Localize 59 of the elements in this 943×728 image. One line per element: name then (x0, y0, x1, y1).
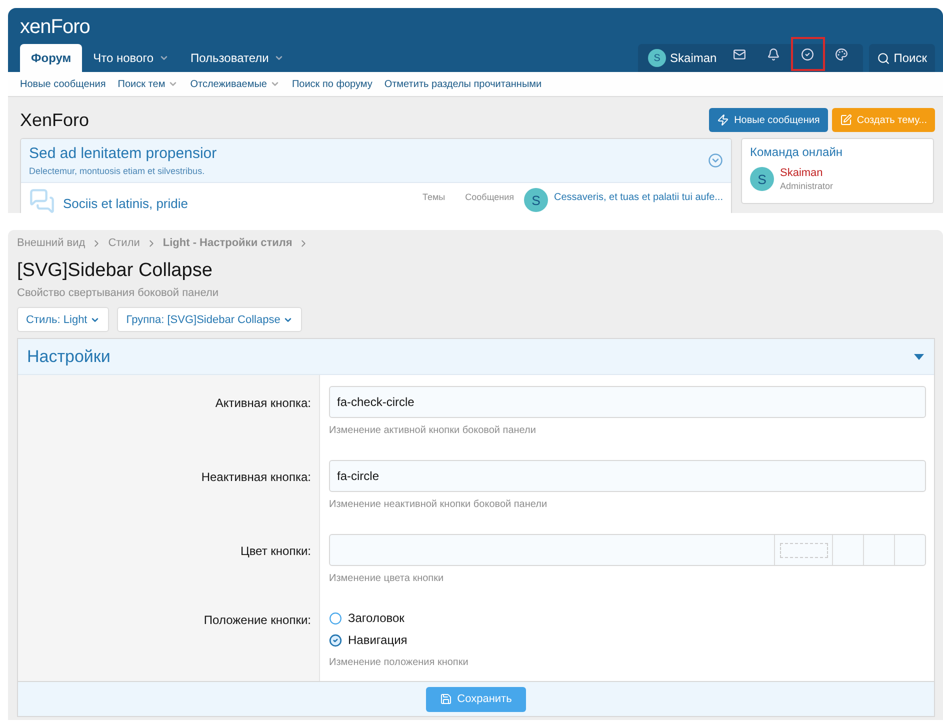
page-title: [SVG]Sidebar Collapse (17, 260, 214, 282)
field-label: Неактивная кнопка: (201, 470, 311, 484)
search-icon (876, 52, 890, 64)
category-title[interactable]: Sed ad lenitatem propensior (29, 145, 217, 162)
filter-dropdown[interactable]: Стиль: Light (17, 307, 110, 332)
avatar: S (750, 167, 774, 191)
field-hint: Изменение положения кнопки (329, 657, 470, 668)
radio-option[interactable]: Навигация (329, 630, 926, 650)
subnav-link[interactable]: Поиск тем (118, 78, 178, 90)
filter-dropdown[interactable]: Группа: [SVG]Sidebar Collapse (117, 307, 302, 332)
logo[interactable]: xenForo (20, 16, 935, 39)
mail-icon (733, 48, 746, 60)
field-label: Активная кнопка: (215, 396, 311, 410)
caret-icon (168, 79, 178, 89)
page-title: XenForo (20, 110, 90, 130)
forum-title[interactable]: Sociis et latinis, pridie (63, 196, 412, 213)
subnav-link[interactable]: Отметить разделы прочитанными (384, 78, 542, 90)
nav-tab[interactable]: Что нового (82, 44, 180, 72)
avatar: S (524, 188, 548, 212)
nav-tab[interactable]: Пользователи (180, 44, 295, 72)
member-name[interactable]: Skaiman (780, 167, 834, 179)
search-button[interactable]: Поиск (868, 44, 935, 72)
member-role: Administrator (780, 181, 834, 191)
field-hint: Изменение цвета кнопки (329, 573, 445, 584)
check-circle-icon (801, 48, 814, 60)
nav-tab[interactable]: Форум (20, 44, 82, 72)
check-circle-button[interactable] (790, 37, 825, 71)
subnav-link[interactable]: Поиск по форуму (292, 78, 372, 90)
caret-icon (158, 53, 169, 63)
field-label: Цвет кнопки: (240, 544, 311, 558)
text-input[interactable]: fa-circle (329, 460, 926, 492)
collapse-caret-icon[interactable] (914, 354, 924, 360)
field-label: Положение кнопки: (204, 613, 311, 627)
lightning-icon (717, 114, 730, 126)
field-hint: Изменение неактивной кнопки боковой панели (329, 499, 548, 510)
stat-label: Темы (422, 192, 446, 204)
stat-label: Сообщения (465, 192, 514, 204)
pen-square-icon (840, 114, 852, 126)
new-posts-button[interactable]: Новые сообщения (709, 108, 828, 132)
palette-icon (835, 48, 848, 60)
avatar: S (648, 49, 666, 67)
color-swatch[interactable] (780, 542, 828, 558)
radio-checked-icon[interactable] (329, 634, 342, 646)
radio-option[interactable]: Заголовок (329, 608, 926, 628)
caret-icon (274, 53, 284, 63)
sidebar-title: Команда онлайн (750, 145, 844, 159)
category-description: Delectemur, montuosis etiam et silvestribus. (29, 166, 206, 176)
field-hint: Изменение активной кнопки боковой панели (329, 425, 537, 436)
text-input[interactable]: fa-check-circle (329, 386, 926, 418)
subnav-link[interactable]: Новые сообщения (20, 78, 106, 90)
caret-icon (270, 79, 280, 89)
section-title: Настройки (27, 346, 110, 366)
page-description: Свойство свертывания боковой панели (17, 287, 220, 299)
color-input[interactable] (329, 534, 926, 566)
chat-bubbles-icon (29, 188, 55, 213)
bell-icon (767, 48, 780, 60)
radio-icon[interactable] (329, 612, 342, 624)
subnav-link[interactable]: Отслеживаемые (190, 78, 280, 90)
last-post-link[interactable]: Cessaveris, et tuas et palatii tui aufe... (554, 192, 723, 213)
